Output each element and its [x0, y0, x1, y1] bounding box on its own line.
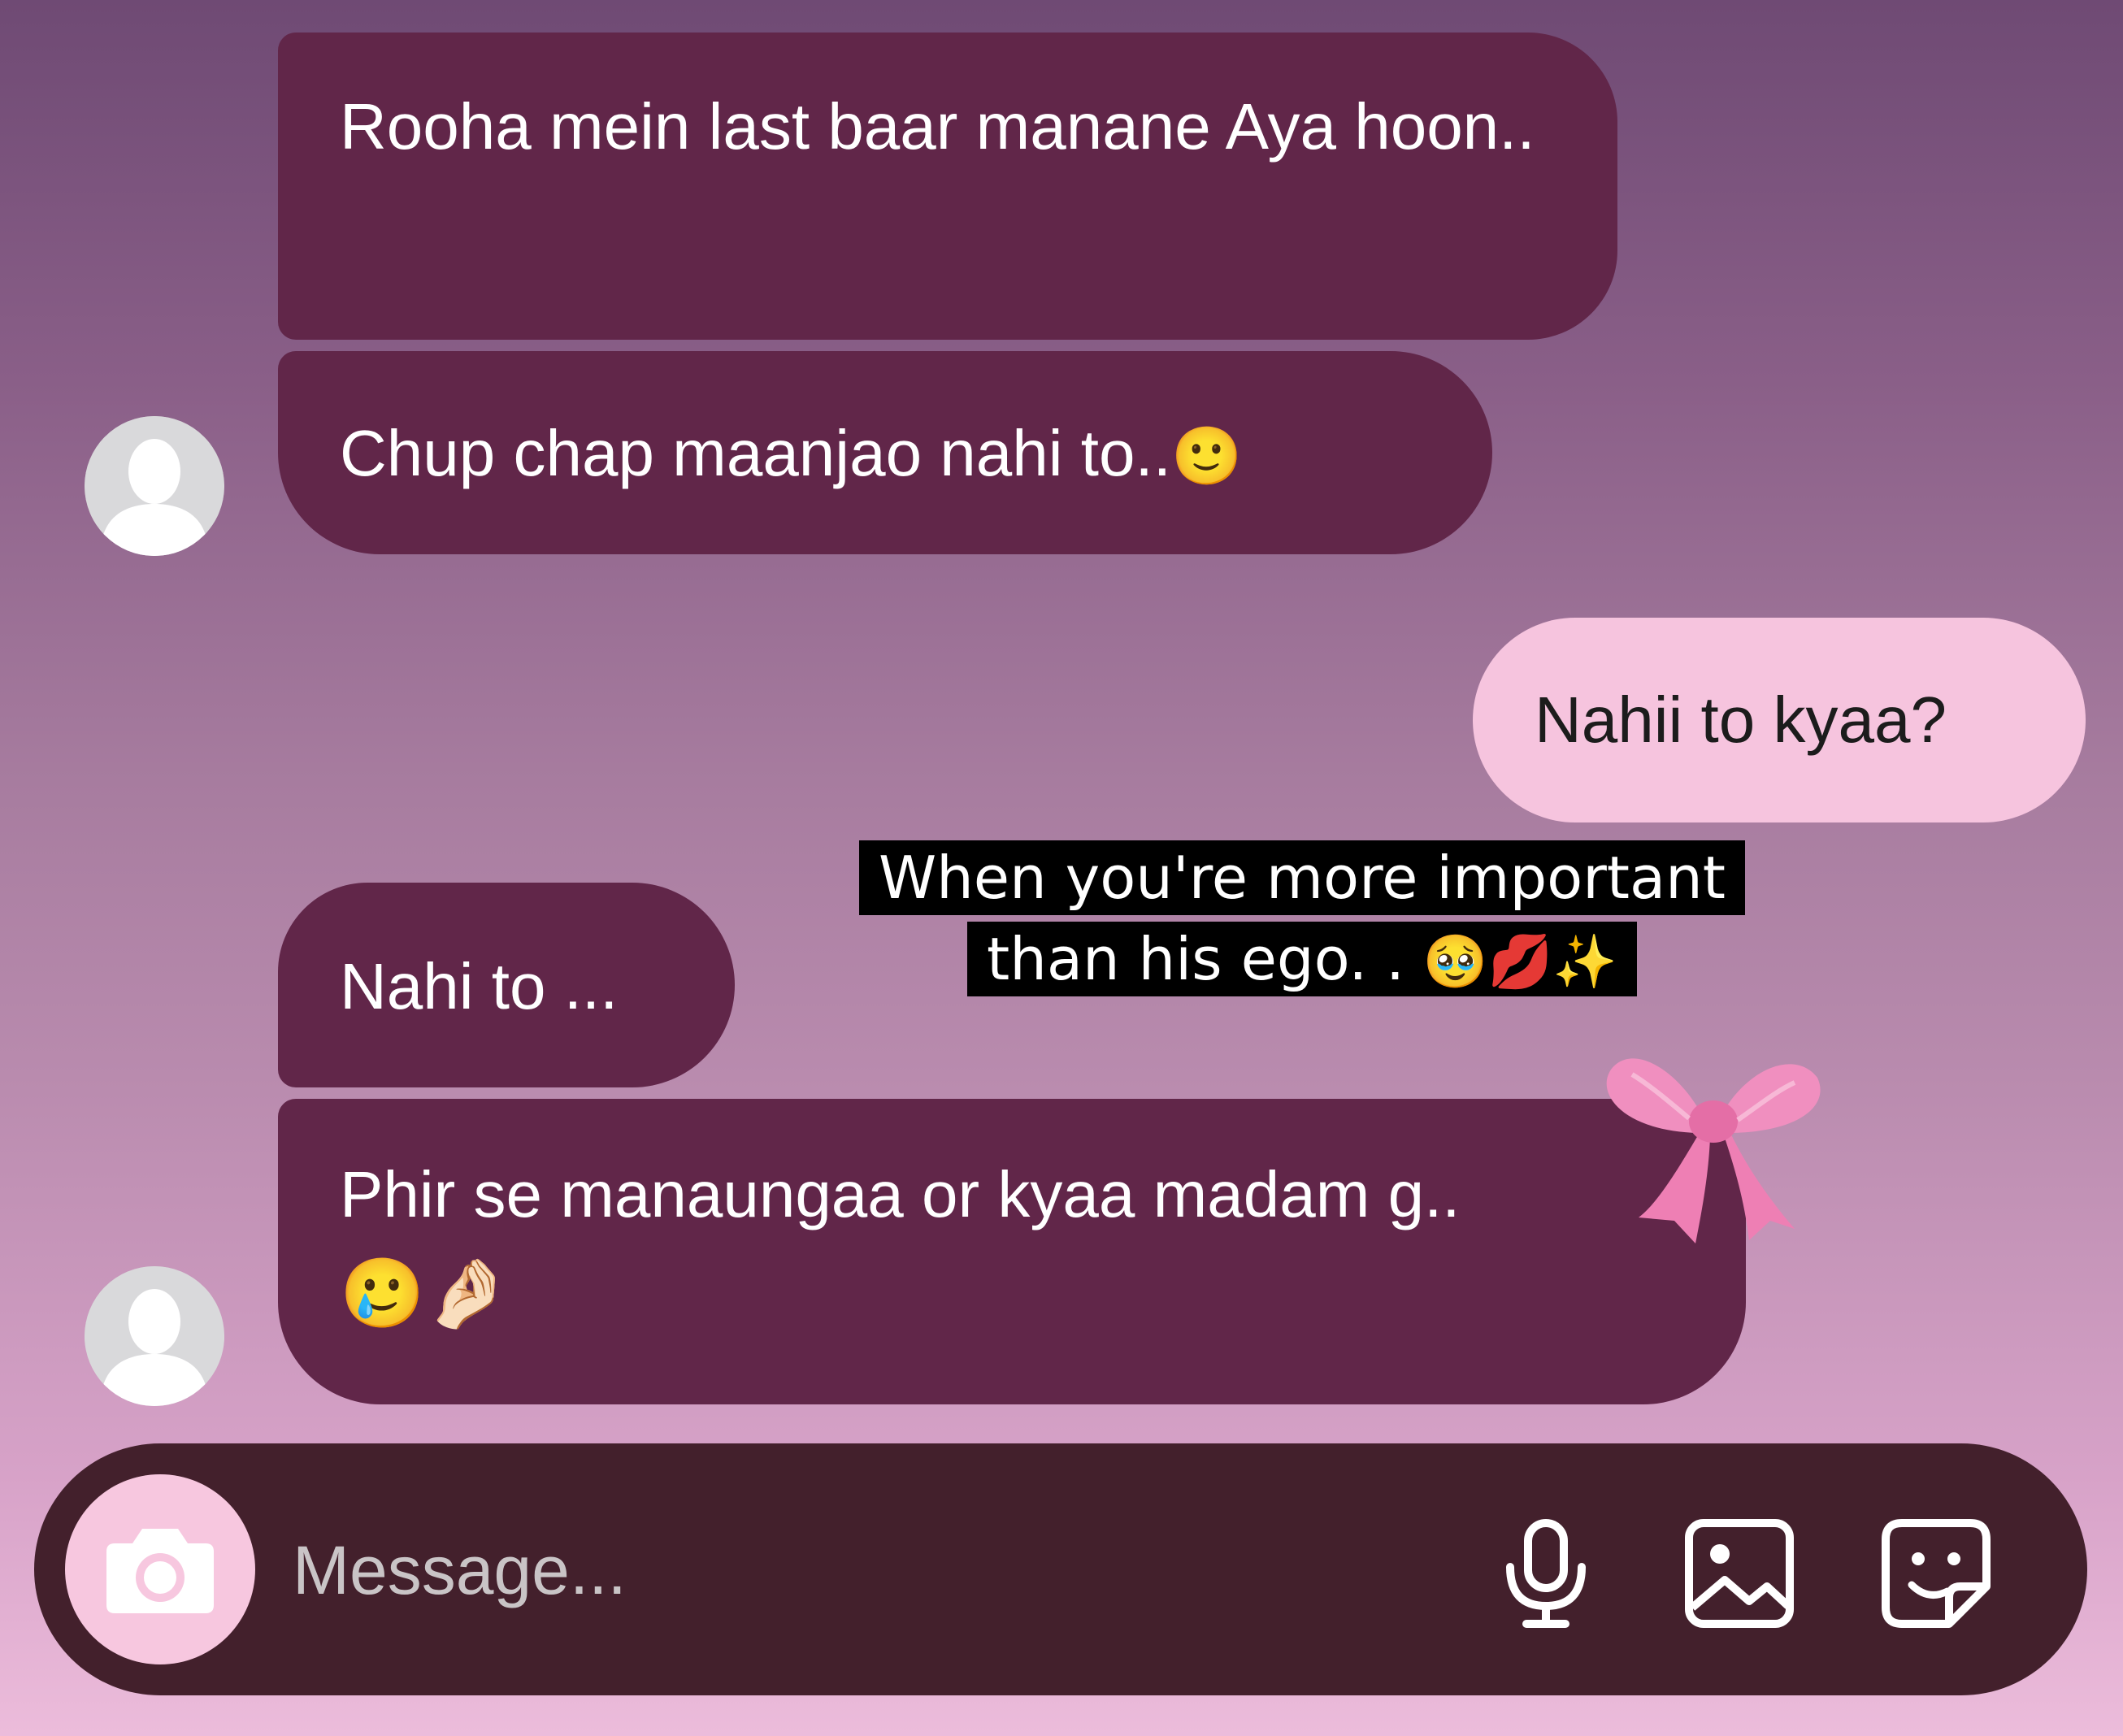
message-bubble-received[interactable]: Nahi to ...	[278, 883, 735, 1087]
default-avatar-icon	[85, 416, 224, 556]
message-text: Phir se manaungaa or kyaa madam g..	[340, 1158, 1461, 1230]
sticker-button[interactable]	[1879, 1517, 1993, 1630]
pink-bow-sticker	[1606, 1058, 1821, 1243]
camera-icon	[106, 1529, 214, 1613]
message-input[interactable]	[291, 1517, 1432, 1624]
message-text: Nahi to ...	[340, 950, 619, 1022]
message-text: Nahii to kyaa?	[1535, 684, 1947, 756]
message-composer	[34, 1443, 2087, 1695]
message-text: Rooha mein last baar manane Aya hoon..	[340, 90, 1535, 163]
caption-emoji: 🥹💋✨	[1422, 932, 1617, 992]
camera-button[interactable]	[65, 1474, 255, 1664]
message-bubble-received[interactable]: Phir se manaungaa or kyaa madam g.. 🥲🤌🏻	[278, 1099, 1746, 1404]
sender-avatar[interactable]	[85, 1266, 224, 1406]
message-bubble-received[interactable]: Rooha mein last baar manane Aya hoon..	[278, 33, 1617, 340]
gallery-button[interactable]	[1682, 1517, 1796, 1630]
story-caption: When you're more important than his ego.…	[832, 837, 1772, 1003]
default-avatar-icon	[85, 1266, 224, 1406]
chat-screen: Rooha mein last baar manane Aya hoon.. C…	[0, 0, 2123, 1736]
message-text: Chup chap maanjao nahi to..	[340, 417, 1171, 489]
sender-avatar[interactable]	[85, 416, 224, 556]
caption-line-2: than his ego. .	[987, 925, 1405, 993]
slight-smile-emoji: 🙂	[1170, 423, 1243, 489]
message-bubble-received[interactable]: Chup chap maanjao nahi to..🙂	[278, 351, 1492, 554]
voice-button[interactable]	[1489, 1517, 1603, 1630]
emoji-row: 🥲🤌🏻	[340, 1253, 510, 1333]
microphone-icon	[1506, 1519, 1586, 1628]
sticker-icon	[1882, 1519, 1991, 1628]
message-bubble-sent[interactable]: Nahii to kyaa?	[1473, 618, 2086, 822]
caption-line-1: When you're more important	[858, 840, 1746, 915]
image-icon	[1685, 1519, 1794, 1628]
